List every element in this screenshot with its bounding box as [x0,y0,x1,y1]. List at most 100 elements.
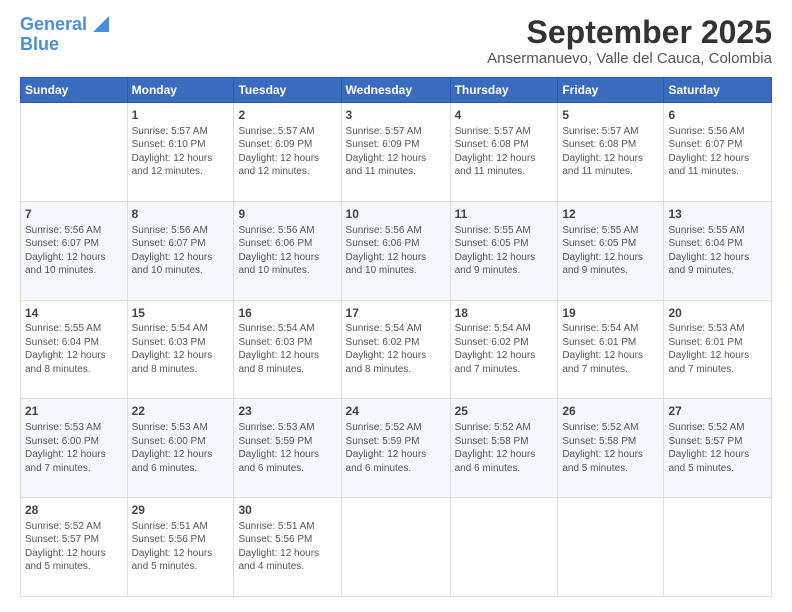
calendar-cell: 8Sunrise: 5:56 AMSunset: 6:07 PMDaylight… [127,201,234,300]
day-number: 30 [238,502,336,519]
weekday-header-sunday: Sunday [21,78,128,103]
logo-icon [89,16,109,36]
calendar-cell: 10Sunrise: 5:56 AMSunset: 6:06 PMDayligh… [341,201,450,300]
calendar-cell: 6Sunrise: 5:56 AMSunset: 6:07 PMDaylight… [664,103,772,202]
calendar-cell: 4Sunrise: 5:57 AMSunset: 6:08 PMDaylight… [450,103,558,202]
calendar-cell: 26Sunrise: 5:52 AMSunset: 5:58 PMDayligh… [558,399,664,498]
calendar-cell: 2Sunrise: 5:57 AMSunset: 6:09 PMDaylight… [234,103,341,202]
day-number: 20 [668,305,767,322]
calendar-cell [341,498,450,597]
calendar-week-row: 21Sunrise: 5:53 AMSunset: 6:00 PMDayligh… [21,399,772,498]
cell-daylight-info: Sunrise: 5:53 AMSunset: 6:00 PMDaylight:… [132,421,230,475]
weekday-header-friday: Friday [558,78,664,103]
cell-daylight-info: Sunrise: 5:55 AMSunset: 6:05 PMDaylight:… [562,224,659,278]
day-number: 28 [25,502,123,519]
day-number: 26 [562,403,659,420]
day-number: 12 [562,206,659,223]
calendar-cell: 1Sunrise: 5:57 AMSunset: 6:10 PMDaylight… [127,103,234,202]
cell-daylight-info: Sunrise: 5:52 AMSunset: 5:58 PMDaylight:… [455,421,554,475]
calendar-cell: 22Sunrise: 5:53 AMSunset: 6:00 PMDayligh… [127,399,234,498]
calendar-week-row: 7Sunrise: 5:56 AMSunset: 6:07 PMDaylight… [21,201,772,300]
calendar-cell: 30Sunrise: 5:51 AMSunset: 5:56 PMDayligh… [234,498,341,597]
day-number: 23 [238,403,336,420]
calendar-cell: 17Sunrise: 5:54 AMSunset: 6:02 PMDayligh… [341,300,450,399]
cell-daylight-info: Sunrise: 5:54 AMSunset: 6:03 PMDaylight:… [238,322,336,376]
cell-daylight-info: Sunrise: 5:57 AMSunset: 6:09 PMDaylight:… [238,125,336,179]
cell-daylight-info: Sunrise: 5:54 AMSunset: 6:02 PMDaylight:… [455,322,554,376]
calendar-cell: 14Sunrise: 5:55 AMSunset: 6:04 PMDayligh… [21,300,128,399]
calendar-cell: 24Sunrise: 5:52 AMSunset: 5:59 PMDayligh… [341,399,450,498]
calendar-cell [558,498,664,597]
day-number: 7 [25,206,123,223]
cell-daylight-info: Sunrise: 5:54 AMSunset: 6:03 PMDaylight:… [132,322,230,376]
calendar-cell: 20Sunrise: 5:53 AMSunset: 6:01 PMDayligh… [664,300,772,399]
day-number: 15 [132,305,230,322]
weekday-header-wednesday: Wednesday [341,78,450,103]
calendar-cell [21,103,128,202]
cell-daylight-info: Sunrise: 5:57 AMSunset: 6:09 PMDaylight:… [346,125,446,179]
calendar-table: SundayMondayTuesdayWednesdayThursdayFrid… [20,77,772,597]
calendar-cell: 29Sunrise: 5:51 AMSunset: 5:56 PMDayligh… [127,498,234,597]
day-number: 27 [668,403,767,420]
day-number: 18 [455,305,554,322]
calendar-cell: 27Sunrise: 5:52 AMSunset: 5:57 PMDayligh… [664,399,772,498]
cell-daylight-info: Sunrise: 5:54 AMSunset: 6:01 PMDaylight:… [562,322,659,376]
calendar-cell: 13Sunrise: 5:55 AMSunset: 6:04 PMDayligh… [664,201,772,300]
day-number: 14 [25,305,123,322]
cell-daylight-info: Sunrise: 5:53 AMSunset: 5:59 PMDaylight:… [238,421,336,475]
cell-daylight-info: Sunrise: 5:56 AMSunset: 6:07 PMDaylight:… [132,224,230,278]
cell-daylight-info: Sunrise: 5:53 AMSunset: 6:00 PMDaylight:… [25,421,123,475]
cell-daylight-info: Sunrise: 5:57 AMSunset: 6:08 PMDaylight:… [562,125,659,179]
cell-daylight-info: Sunrise: 5:52 AMSunset: 5:57 PMDaylight:… [25,520,123,574]
day-number: 8 [132,206,230,223]
logo: GeneralBlue [20,15,109,55]
day-number: 21 [25,403,123,420]
cell-daylight-info: Sunrise: 5:57 AMSunset: 6:10 PMDaylight:… [132,125,230,179]
cell-daylight-info: Sunrise: 5:51 AMSunset: 5:56 PMDaylight:… [132,520,230,574]
cell-daylight-info: Sunrise: 5:56 AMSunset: 6:07 PMDaylight:… [25,224,123,278]
day-number: 16 [238,305,336,322]
cell-daylight-info: Sunrise: 5:56 AMSunset: 6:07 PMDaylight:… [668,125,767,179]
cell-daylight-info: Sunrise: 5:52 AMSunset: 5:57 PMDaylight:… [668,421,767,475]
day-number: 2 [238,107,336,124]
calendar-cell: 7Sunrise: 5:56 AMSunset: 6:07 PMDaylight… [21,201,128,300]
cell-daylight-info: Sunrise: 5:57 AMSunset: 6:08 PMDaylight:… [455,125,554,179]
day-number: 13 [668,206,767,223]
calendar-cell: 28Sunrise: 5:52 AMSunset: 5:57 PMDayligh… [21,498,128,597]
cell-daylight-info: Sunrise: 5:55 AMSunset: 6:05 PMDaylight:… [455,224,554,278]
cell-daylight-info: Sunrise: 5:51 AMSunset: 5:56 PMDaylight:… [238,520,336,574]
logo-text: GeneralBlue [20,15,87,55]
cell-daylight-info: Sunrise: 5:56 AMSunset: 6:06 PMDaylight:… [346,224,446,278]
calendar-cell: 19Sunrise: 5:54 AMSunset: 6:01 PMDayligh… [558,300,664,399]
cell-daylight-info: Sunrise: 5:56 AMSunset: 6:06 PMDaylight:… [238,224,336,278]
day-number: 17 [346,305,446,322]
cell-daylight-info: Sunrise: 5:55 AMSunset: 6:04 PMDaylight:… [668,224,767,278]
calendar-cell: 16Sunrise: 5:54 AMSunset: 6:03 PMDayligh… [234,300,341,399]
weekday-header-tuesday: Tuesday [234,78,341,103]
day-number: 19 [562,305,659,322]
calendar-cell: 15Sunrise: 5:54 AMSunset: 6:03 PMDayligh… [127,300,234,399]
cell-daylight-info: Sunrise: 5:53 AMSunset: 6:01 PMDaylight:… [668,322,767,376]
calendar-cell: 3Sunrise: 5:57 AMSunset: 6:09 PMDaylight… [341,103,450,202]
weekday-header-monday: Monday [127,78,234,103]
page: GeneralBlue September 2025 Ansermanuevo,… [0,0,792,612]
day-number: 5 [562,107,659,124]
cell-daylight-info: Sunrise: 5:52 AMSunset: 5:58 PMDaylight:… [562,421,659,475]
calendar-cell: 21Sunrise: 5:53 AMSunset: 6:00 PMDayligh… [21,399,128,498]
calendar-week-row: 1Sunrise: 5:57 AMSunset: 6:10 PMDaylight… [21,103,772,202]
cell-daylight-info: Sunrise: 5:52 AMSunset: 5:59 PMDaylight:… [346,421,446,475]
day-number: 22 [132,403,230,420]
weekday-header-saturday: Saturday [664,78,772,103]
month-year-title: September 2025 [487,15,772,50]
cell-daylight-info: Sunrise: 5:55 AMSunset: 6:04 PMDaylight:… [25,322,123,376]
calendar-cell: 23Sunrise: 5:53 AMSunset: 5:59 PMDayligh… [234,399,341,498]
day-number: 6 [668,107,767,124]
location-subtitle: Ansermanuevo, Valle del Cauca, Colombia [487,50,772,67]
calendar-cell: 11Sunrise: 5:55 AMSunset: 6:05 PMDayligh… [450,201,558,300]
calendar-cell [450,498,558,597]
cell-daylight-info: Sunrise: 5:54 AMSunset: 6:02 PMDaylight:… [346,322,446,376]
calendar-cell: 5Sunrise: 5:57 AMSunset: 6:08 PMDaylight… [558,103,664,202]
weekday-header-thursday: Thursday [450,78,558,103]
header: GeneralBlue September 2025 Ansermanuevo,… [20,15,772,67]
day-number: 9 [238,206,336,223]
